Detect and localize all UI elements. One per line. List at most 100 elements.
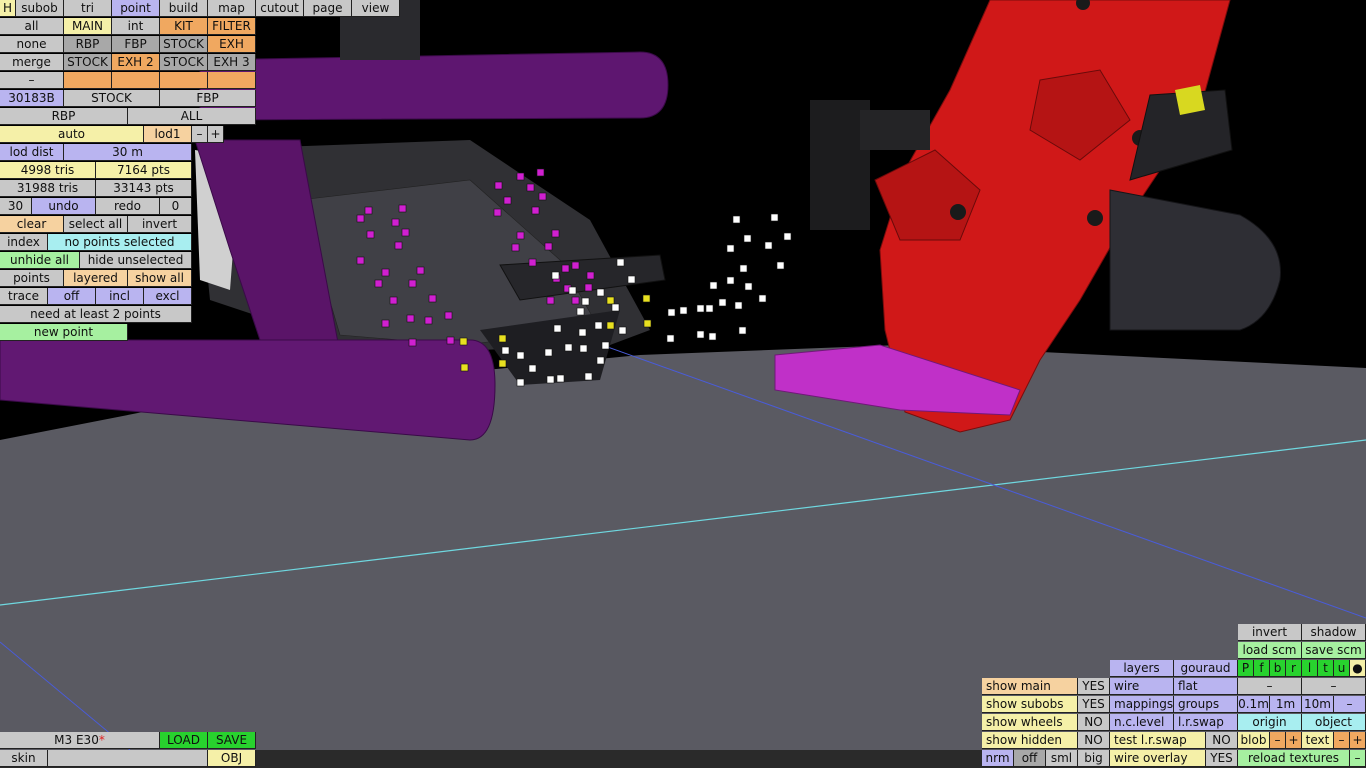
dash-button-1[interactable]: – xyxy=(1238,678,1302,695)
collapse-button[interactable]: – xyxy=(0,72,64,89)
rbp-option[interactable]: RBP xyxy=(0,108,128,125)
group-rbp[interactable]: RBP xyxy=(64,36,112,53)
redo-button[interactable]: redo xyxy=(96,198,160,215)
group-filter[interactable]: FILTER xyxy=(208,18,256,35)
fbp-option[interactable]: FBP xyxy=(160,90,256,107)
magenta-point[interactable] xyxy=(493,208,502,217)
group-exh-2[interactable]: EXH 2 xyxy=(112,54,160,71)
merge-button[interactable]: merge xyxy=(0,54,64,71)
trace-excl[interactable]: excl xyxy=(144,288,192,305)
white-point[interactable] xyxy=(581,297,590,306)
white-point[interactable] xyxy=(556,374,565,383)
white-point[interactable] xyxy=(546,375,555,384)
white-point[interactable] xyxy=(516,351,525,360)
magenta-point[interactable] xyxy=(551,229,560,238)
hide-unselected-button[interactable]: hide unselected xyxy=(80,252,192,269)
magenta-point[interactable] xyxy=(374,279,383,288)
magenta-point[interactable] xyxy=(531,206,540,215)
magenta-point[interactable] xyxy=(516,231,525,240)
magenta-point[interactable] xyxy=(416,266,425,275)
magenta-point[interactable] xyxy=(401,228,410,237)
load-button[interactable]: LOAD xyxy=(160,732,208,749)
object-button[interactable]: object xyxy=(1302,714,1366,731)
all-option[interactable]: ALL xyxy=(128,108,256,125)
white-point[interactable] xyxy=(544,348,553,357)
save-scm-button[interactable]: save scm xyxy=(1302,642,1366,659)
tab-map[interactable]: map xyxy=(208,0,256,17)
tab-point[interactable]: point xyxy=(112,0,160,17)
tab-subob[interactable]: subob xyxy=(16,0,64,17)
group-int[interactable]: int xyxy=(112,18,160,35)
group-exh-3[interactable]: EXH 3 xyxy=(208,54,256,71)
white-point[interactable] xyxy=(528,364,537,373)
unhide-all-button[interactable]: unhide all xyxy=(0,252,80,269)
magenta-point[interactable] xyxy=(584,283,593,292)
white-point[interactable] xyxy=(744,282,753,291)
white-point[interactable] xyxy=(579,344,588,353)
flag-p[interactable]: P xyxy=(1238,660,1254,677)
flat-button[interactable]: flat xyxy=(1174,678,1238,695)
flag-u[interactable]: u xyxy=(1334,660,1350,677)
flag-t[interactable]: t xyxy=(1318,660,1334,677)
magenta-point[interactable] xyxy=(408,279,417,288)
white-point[interactable] xyxy=(758,294,767,303)
layers-button[interactable]: layers xyxy=(1110,660,1174,677)
white-point[interactable] xyxy=(666,334,675,343)
white-point[interactable] xyxy=(764,241,773,250)
white-point[interactable] xyxy=(564,343,573,352)
white-point[interactable] xyxy=(739,264,748,273)
magenta-point[interactable] xyxy=(571,261,580,270)
white-point[interactable] xyxy=(516,378,525,387)
magenta-point[interactable] xyxy=(356,214,365,223)
scale-1m[interactable]: 1m xyxy=(1270,696,1302,713)
tab-build[interactable]: build xyxy=(160,0,208,17)
white-point[interactable] xyxy=(708,332,717,341)
flag-dot-icon[interactable]: ● xyxy=(1350,660,1366,677)
magenta-point[interactable] xyxy=(364,206,373,215)
group-empty-2[interactable] xyxy=(112,72,160,89)
stock-option[interactable]: STOCK xyxy=(64,90,160,107)
blob-plus-button[interactable]: + xyxy=(1286,732,1302,749)
scale-01m[interactable]: 0.1m xyxy=(1238,696,1270,713)
blob-minus-button[interactable]: – xyxy=(1270,732,1286,749)
tab-page[interactable]: page xyxy=(304,0,352,17)
magenta-point[interactable] xyxy=(528,258,537,267)
yellow-point[interactable] xyxy=(459,337,468,346)
dash-button-2[interactable]: – xyxy=(1302,678,1366,695)
gouraud-button[interactable]: gouraud xyxy=(1174,660,1238,677)
lod-plus-button[interactable]: + xyxy=(208,126,224,143)
magenta-point[interactable] xyxy=(391,218,400,227)
wire-overlay-toggle[interactable]: YES xyxy=(1206,750,1238,767)
group-fbp[interactable]: FBP xyxy=(112,36,160,53)
select-all-button[interactable]: all xyxy=(0,18,64,35)
white-point[interactable] xyxy=(594,321,603,330)
lod-auto[interactable]: auto xyxy=(0,126,144,143)
sml-button[interactable]: sml xyxy=(1046,750,1078,767)
group-kit[interactable]: KIT xyxy=(160,18,208,35)
magenta-point[interactable] xyxy=(381,268,390,277)
show-all-toggle[interactable]: show all xyxy=(128,270,192,287)
magenta-point[interactable] xyxy=(536,168,545,177)
points-mode[interactable]: points xyxy=(0,270,64,287)
yellow-point[interactable] xyxy=(643,319,652,328)
yellow-point[interactable] xyxy=(498,334,507,343)
magenta-point[interactable] xyxy=(586,271,595,280)
show-wheels-toggle[interactable]: NO xyxy=(1078,714,1110,731)
white-point[interactable] xyxy=(679,306,688,315)
invert-button[interactable]: invert xyxy=(1238,624,1302,641)
white-point[interactable] xyxy=(743,234,752,243)
lod-level[interactable]: lod1 xyxy=(144,126,192,143)
clear-button[interactable]: clear xyxy=(0,216,64,233)
white-point[interactable] xyxy=(601,341,610,350)
white-point[interactable] xyxy=(584,372,593,381)
flag-f[interactable]: f xyxy=(1254,660,1270,677)
magenta-point[interactable] xyxy=(446,336,455,345)
group-empty-1[interactable] xyxy=(64,72,112,89)
magenta-point[interactable] xyxy=(381,319,390,328)
magenta-point[interactable] xyxy=(424,316,433,325)
magenta-point[interactable] xyxy=(538,192,547,201)
lrswap-button[interactable]: l.r.swap xyxy=(1174,714,1238,731)
magenta-point[interactable] xyxy=(546,296,555,305)
magenta-point[interactable] xyxy=(406,314,415,323)
white-point[interactable] xyxy=(578,328,587,337)
